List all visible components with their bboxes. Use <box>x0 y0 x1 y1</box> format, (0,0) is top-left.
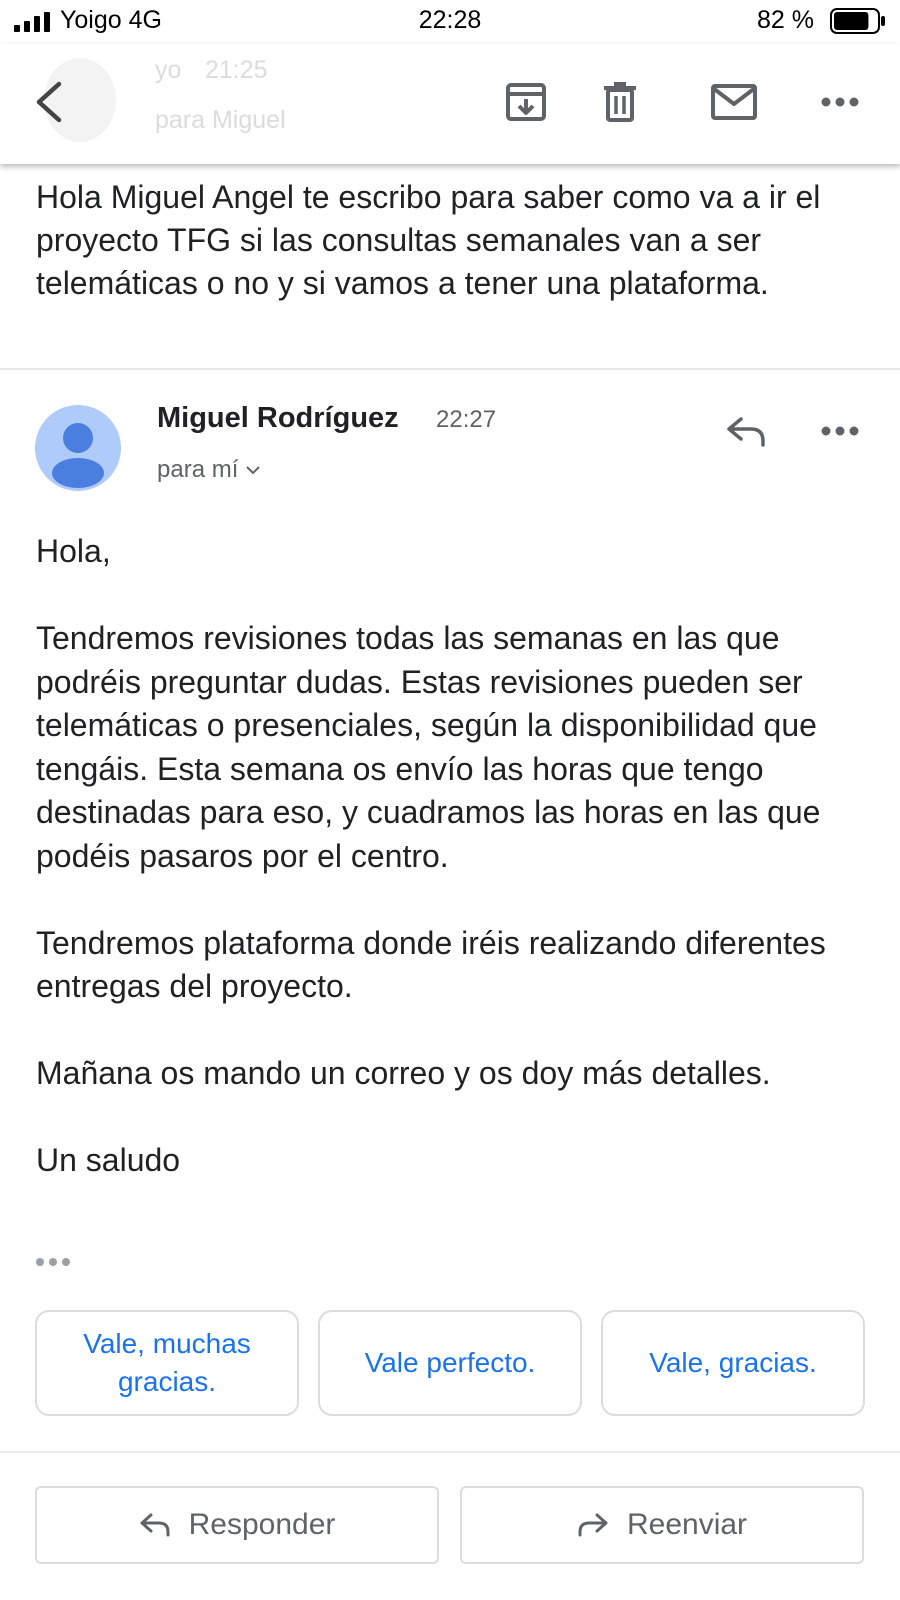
reply-button[interactable] <box>718 405 774 457</box>
dot <box>36 1258 44 1266</box>
message-toolbar: yo 21:25 para Miguel <box>0 44 900 164</box>
dot <box>62 1258 70 1266</box>
message-more-button[interactable] <box>812 405 868 457</box>
recipient-label: para mí <box>157 456 239 483</box>
trash-icon <box>604 82 636 122</box>
smart-reply-button[interactable]: Vale perfecto. <box>318 1310 582 1416</box>
reply-action-button[interactable]: Responder <box>35 1486 439 1564</box>
divider <box>0 1451 900 1453</box>
back-arrow-icon <box>36 81 62 123</box>
more-horizontal-icon <box>821 97 859 107</box>
person-icon <box>52 423 104 488</box>
delete-button[interactable] <box>592 74 648 130</box>
back-button[interactable] <box>20 74 76 130</box>
show-trimmed-content-button[interactable] <box>36 1252 76 1272</box>
mail-icon <box>711 84 757 120</box>
ghost-recipient: para Miguel <box>155 106 286 134</box>
body-paragraph: Tendremos plataforma donde iréis realiza… <box>36 924 826 1005</box>
body-paragraph: Tendremos revisiones todas las semanas e… <box>36 620 821 874</box>
body-paragraph: Un saludo <box>36 1142 181 1178</box>
status-bar: Yoigo 4G 22:28 82 % <box>0 0 900 44</box>
more-options-button[interactable] <box>812 74 868 130</box>
forward-icon <box>578 1513 608 1537</box>
ghost-sender: yo <box>155 56 182 84</box>
avatar[interactable] <box>35 405 121 491</box>
reply-icon <box>140 1513 170 1537</box>
recipient-details[interactable]: para mí <box>157 456 261 484</box>
archive-icon <box>506 83 546 121</box>
previous-message-body[interactable]: Hola Miguel Angel te escribo para saber … <box>36 176 876 305</box>
divider <box>0 368 900 370</box>
reply-icon <box>727 417 765 447</box>
body-paragraph: Hola, <box>36 533 111 569</box>
forward-action-button[interactable]: Reenviar <box>460 1486 864 1564</box>
battery-percentage: 82 % <box>757 6 814 34</box>
dot <box>49 1258 57 1266</box>
archive-button[interactable] <box>498 74 554 130</box>
chevron-down-icon <box>246 466 261 475</box>
battery-icon <box>830 8 885 34</box>
message-time: 22:27 <box>436 406 497 433</box>
forward-label: Reenviar <box>626 1508 748 1541</box>
reply-label: Responder <box>188 1508 336 1541</box>
message-body: Hola, Tendremos revisiones todas las sem… <box>36 530 876 1183</box>
ghost-time: 21:25 <box>205 56 268 84</box>
sender-name[interactable]: Miguel Rodríguez <box>157 402 399 435</box>
smart-reply-button[interactable]: Vale, muchas gracias. <box>35 1310 299 1416</box>
mark-unread-button[interactable] <box>706 74 762 130</box>
more-horizontal-icon <box>821 426 859 436</box>
body-paragraph: Mañana os mando un correo y os doy más d… <box>36 1055 771 1091</box>
smart-reply-button[interactable]: Vale, gracias. <box>601 1310 865 1416</box>
